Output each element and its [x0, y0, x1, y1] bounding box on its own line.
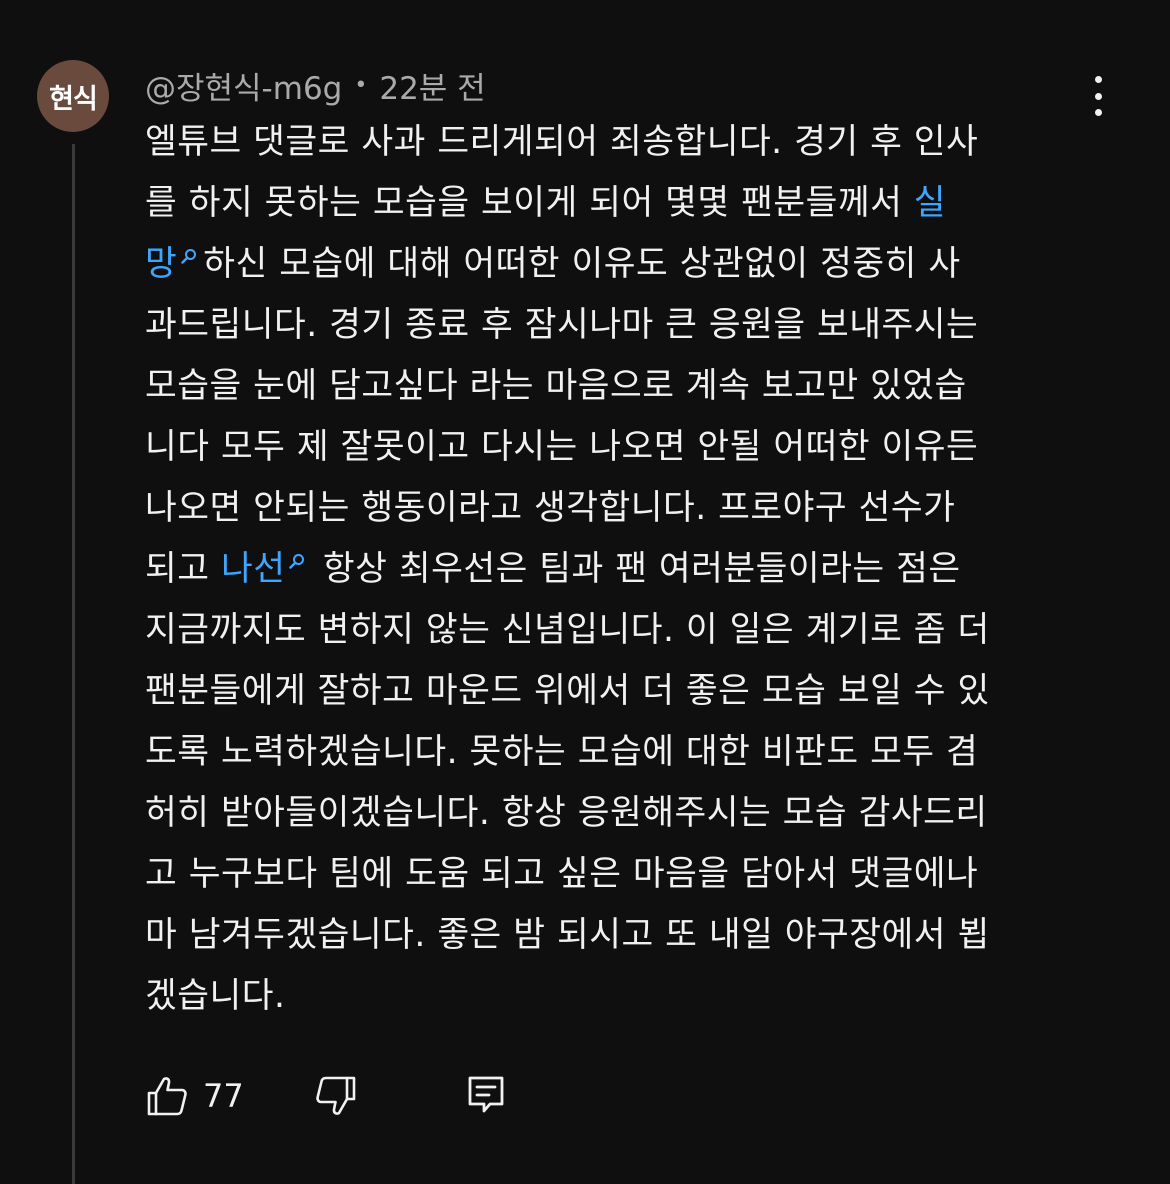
avatar[interactable]: 현식 [37, 60, 109, 132]
thumbs-up-icon [147, 1077, 187, 1116]
thumbs-down-icon [315, 1076, 356, 1115]
comment-line: 모습을 눈에 담고싶다 라는 마음으로 계속 보고만 있었습 [145, 366, 967, 406]
more-vert-icon-dot [1094, 109, 1102, 116]
search-link-silmang-cont[interactable]: 망 [145, 244, 177, 284]
comment-text: 항상 최우선은 팀과 팬 여러분들이라는 점은 [311, 549, 961, 589]
comment-line: 나오면 안되는 행동이라고 생각합니다. 프로야구 선수가 [145, 488, 956, 528]
comment-text: 를 하지 못하는 모습을 보이게 되어 몇몇 팬분들께서 [145, 183, 914, 223]
separator-dot: • [354, 72, 368, 98]
search-icon[interactable] [289, 553, 305, 569]
comment-line: 과드립니다. 경기 종료 후 잠시나마 큰 응원을 보내주시는 [145, 305, 979, 345]
comment-line: 망 하신 모습에 대해 어떠한 이유도 상관없이 정중히 사 [145, 234, 1085, 295]
comment-line: 도록 노력하겠습니다. 못하는 모습에 대한 비판도 모두 겸 [145, 732, 979, 772]
comment-line: 허히 받아들이겠습니다. 항상 응원해주시는 모습 감사드리 [145, 793, 988, 833]
reply-comment-icon [468, 1076, 504, 1113]
comment-header: @장현식-m6g • 22분 전 [145, 62, 486, 108]
thread-line [72, 144, 75, 1184]
like-count: 77 [203, 1077, 244, 1115]
author-name[interactable]: @장현식-m6g [145, 63, 342, 108]
comment-line: 니다 모두 제 잘못이고 다시는 나오면 안될 어떠한 이유든 [145, 427, 979, 467]
comment-timestamp[interactable]: 22분 전 [379, 63, 485, 108]
search-link-naseon[interactable]: 나선 [221, 549, 285, 589]
dislike-button[interactable] [314, 1074, 358, 1118]
comment-line: 겠습니다. [145, 976, 286, 1016]
comment-actions: 77 [145, 1072, 506, 1120]
comment-line: 팬분들에게 잘하고 마운드 위에서 더 좋은 모습 보일 수 있 [145, 671, 990, 711]
comment-line: 를 하지 못하는 모습을 보이게 되어 몇몇 팬분들께서 실 [145, 173, 1085, 234]
more-vert-icon [1094, 76, 1102, 83]
comment-line: 지금까지도 변하지 않는 신념입니다. 이 일은 계기로 좀 더 [145, 610, 990, 650]
like-button[interactable]: 77 [145, 1074, 244, 1118]
comment-line: 되고 나선 항상 최우선은 팀과 팬 여러분들이라는 점은 [145, 539, 1085, 600]
comment-line: 마 남겨두겠습니다. 좋은 밤 되시고 또 내일 야구장에서 뵙 [145, 915, 990, 955]
comment-text: 하신 모습에 대해 어떠한 이유도 상관없이 정중히 사 [203, 244, 961, 284]
search-link-silmang[interactable]: 실 [914, 183, 946, 223]
reply-button[interactable] [466, 1074, 506, 1118]
comment-text: 되고 [145, 549, 221, 589]
comment-line: 엘튜브 댓글로 사과 드리게되어 죄송합니다. 경기 후 인사 [145, 122, 979, 162]
more-vert-icon-dot [1094, 92, 1102, 100]
search-icon[interactable] [181, 248, 197, 264]
comment-line: 고 누구보다 팀에 도움 되고 싶은 마음을 담아서 댓글에나 [145, 854, 979, 894]
comment-body: 엘튜브 댓글로 사과 드리게되어 죄송합니다. 경기 후 인사 를 하지 못하는… [145, 112, 1085, 1027]
